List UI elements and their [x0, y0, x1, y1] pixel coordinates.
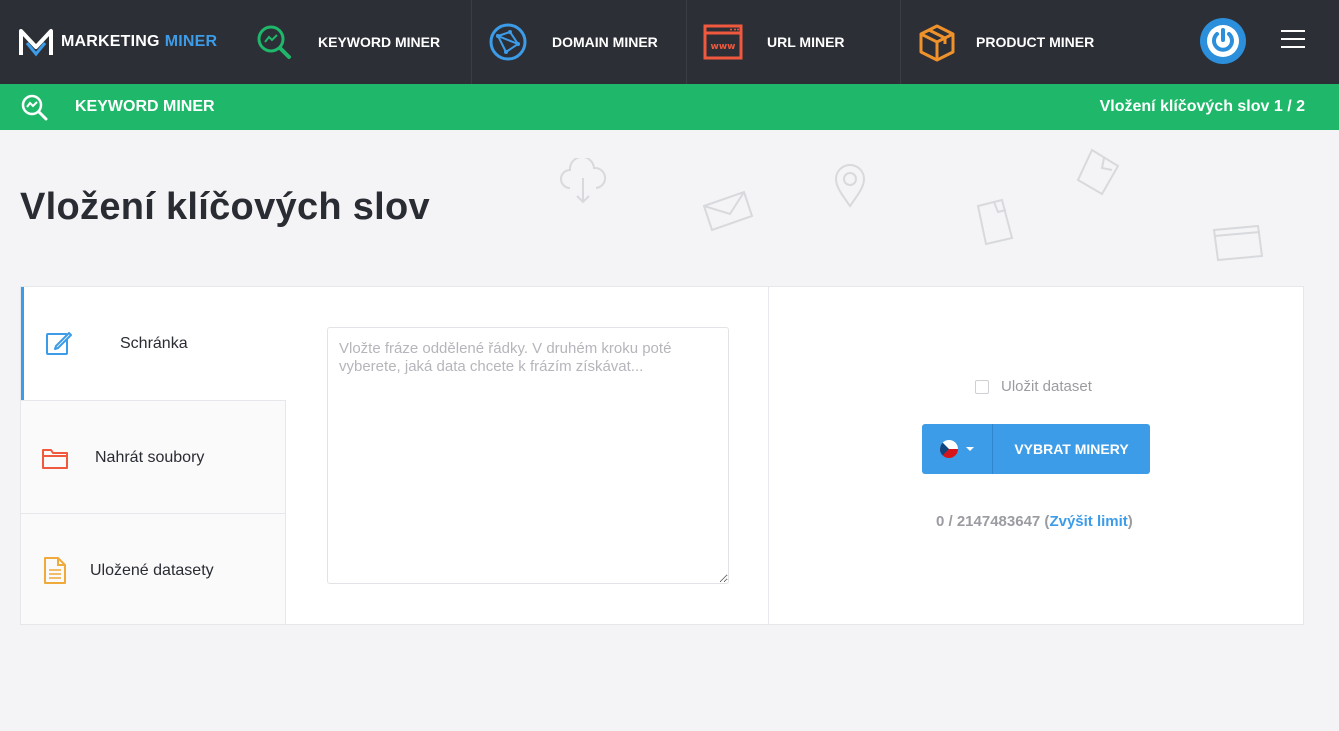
sub-header: KEYWORD MINER Vložení klíčových slov 1 /… [0, 84, 1339, 130]
country-select-button[interactable] [922, 424, 993, 474]
browser-www-icon: www [703, 22, 743, 62]
checkbox[interactable] [975, 379, 989, 394]
tab-label: Nahrát soubory [95, 449, 205, 466]
nav-domain-miner[interactable]: DOMAIN MINER [472, 0, 687, 84]
nav-product-miner[interactable]: PRODUCT MINER [901, 0, 1201, 84]
tab-saved-datasets[interactable]: Uložené datasety [21, 513, 286, 624]
folder-icon [1212, 224, 1264, 262]
save-dataset-checkbox[interactable]: Uložit dataset [975, 378, 1092, 395]
document-icon [976, 198, 1014, 246]
box-icon [917, 22, 957, 62]
nav-label: KEYWORD MINER [318, 34, 441, 50]
marketing-miner-logo-icon [19, 29, 53, 57]
nav-url-miner[interactable]: www URL MINER [687, 0, 901, 84]
page-title: Vložení klíčových slov [20, 186, 430, 228]
section-title: KEYWORD MINER [75, 98, 215, 115]
increase-limit-link[interactable]: Zvýšit limit [1049, 513, 1127, 530]
tab-label: Schránka [120, 335, 188, 352]
top-navigation-bar: MARKETING MINER KEYWORD MINER DOMAIN MINE… [0, 0, 1339, 84]
cloud-download-icon [560, 158, 606, 204]
tab-upload-files[interactable]: Nahrát soubory [21, 400, 286, 513]
input-source-panel: Schránka Nahrát soubory Uložené datasety [21, 287, 769, 624]
globe-network-icon [488, 22, 528, 62]
keywords-textarea[interactable] [327, 327, 729, 584]
select-miners-button[interactable]: VYBRAT MINERY [993, 424, 1150, 474]
keyword-input-card: Schránka Nahrát soubory Uložené datasety… [20, 286, 1304, 625]
pencil-edit-icon [46, 332, 72, 355]
location-pin-icon [834, 164, 866, 208]
tab-clipboard[interactable]: Schránka [21, 287, 286, 400]
hamburger-menu-icon[interactable] [1281, 30, 1305, 48]
actions-panel: Uložit dataset VYBRAT MINERY 0 / 2147483… [769, 287, 1303, 624]
nav-label: PRODUCT MINER [976, 34, 1095, 50]
keyword-magnifier-icon [254, 22, 294, 62]
document-icon [44, 557, 66, 584]
select-miners-button-group: VYBRAT MINERY [922, 424, 1150, 474]
document-icon [1076, 148, 1120, 196]
step-indicator: Vložení klíčových slov 1 / 2 [1099, 98, 1305, 115]
keyword-magnifier-icon [21, 94, 48, 121]
nav-label: URL MINER [767, 34, 845, 50]
logo-text: MARKETING MINER [61, 33, 218, 50]
svg-text:www: www [711, 42, 736, 52]
save-dataset-label: Uložit dataset [1001, 378, 1092, 395]
nav-keyword-miner[interactable]: KEYWORD MINER [236, 0, 472, 84]
chevron-down-icon [966, 447, 974, 451]
folder-icon [42, 449, 68, 469]
tab-label: Uložené datasety [90, 562, 214, 579]
power-button[interactable] [1200, 18, 1246, 64]
power-icon [1207, 25, 1239, 57]
czech-flag-icon [940, 440, 958, 458]
limit-info: 0 / 2147483647 (Zvýšit limit) [936, 513, 1133, 530]
nav-label: DOMAIN MINER [552, 34, 658, 50]
logo[interactable]: MARKETING MINER [0, 0, 236, 84]
envelope-icon [702, 190, 754, 232]
